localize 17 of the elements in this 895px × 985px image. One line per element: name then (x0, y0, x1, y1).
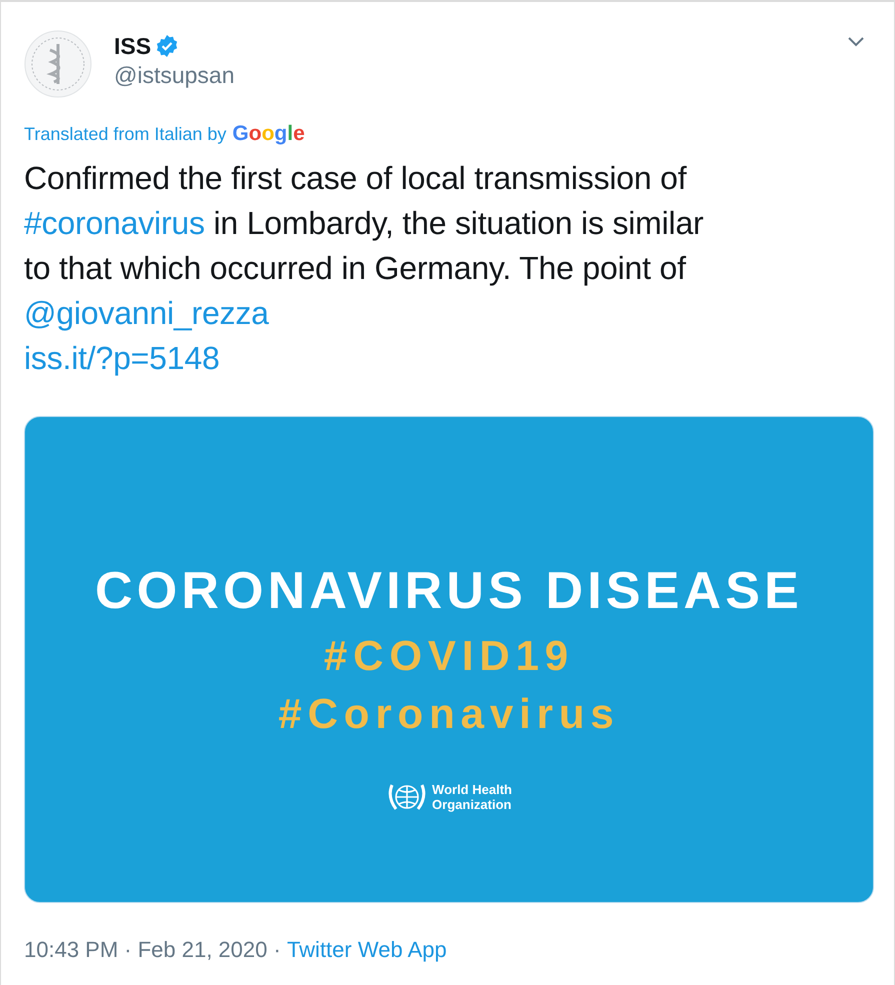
media-card[interactable]: CORONAVIRUS DISEASE #COVID19 #Coronavirus World Health Organization (24, 416, 874, 902)
google-logo: Google (232, 121, 305, 147)
mention-link[interactable]: @giovanni_rezza (24, 294, 269, 330)
url-link[interactable]: iss.it/?p=5148 (24, 340, 220, 376)
author-handle[interactable]: @istsupsan (114, 60, 235, 90)
org-name-line: World Health (432, 782, 512, 796)
chevron-down-icon[interactable] (847, 36, 865, 48)
media-hashtag: #Coronavirus (278, 688, 620, 738)
media-hashtag: #COVID19 (324, 630, 574, 680)
tweet-text: Confirmed the first case of local transmission of #coronavirus in Lombardy, the situation is similar to that which occurred in Germany. The point of @giovanni_rezza iss.it/?p=5148 (24, 158, 704, 378)
author-name[interactable]: ISS (114, 32, 152, 60)
hashtag-link[interactable]: #coronavirus (24, 204, 205, 240)
media-title: CORONAVIRUS DISEASE (95, 560, 803, 622)
source-link[interactable]: Twitter Web App (286, 932, 447, 966)
org-name-line: Organization (432, 796, 512, 812)
timestamp[interactable]: 10:43 PM · Feb 21, 2020 · (24, 932, 287, 966)
translation-label[interactable]: Translated from Italian by (24, 121, 226, 148)
